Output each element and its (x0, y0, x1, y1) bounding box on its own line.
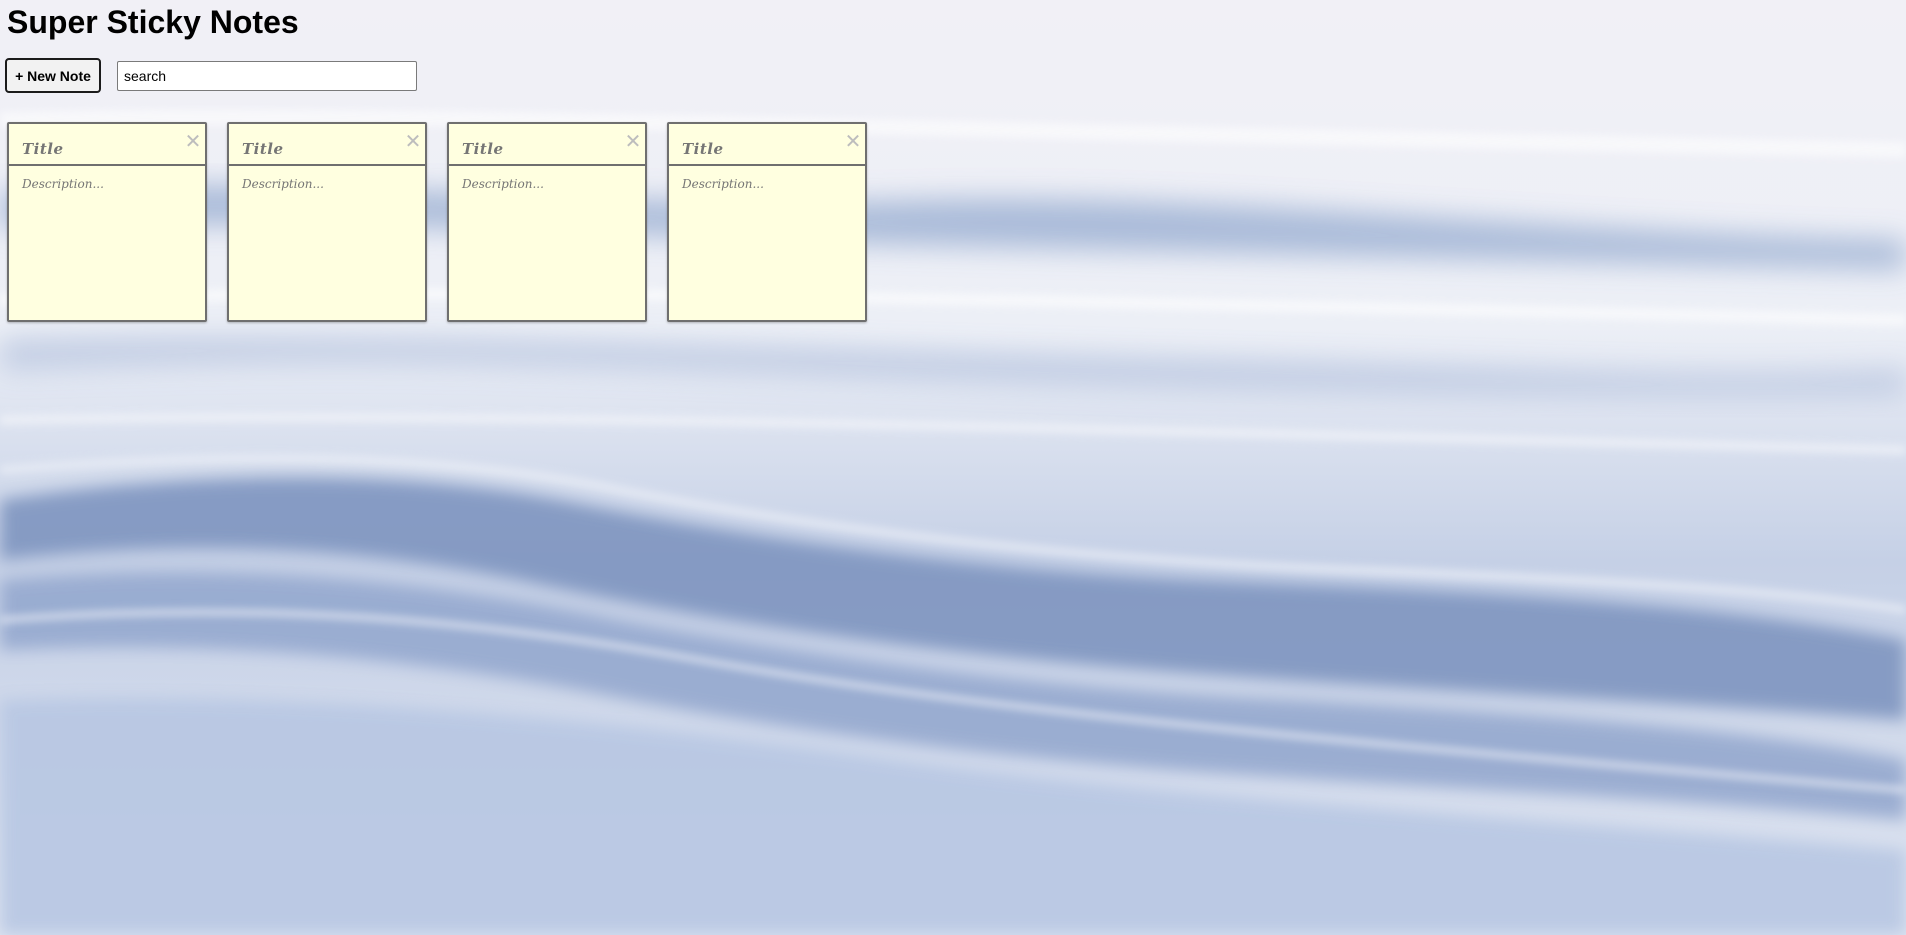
page-title: Super Sticky Notes (7, 4, 299, 40)
search-input[interactable] (117, 61, 417, 91)
note-title-input[interactable] (449, 124, 645, 166)
sticky-note: ✕ (7, 122, 207, 322)
new-note-button[interactable]: + New Note (5, 58, 101, 93)
sticky-note: ✕ (667, 122, 867, 322)
note-description-input[interactable] (669, 166, 865, 320)
close-icon[interactable]: ✕ (184, 130, 202, 152)
app-root: Super Sticky Notes + New Note ✕ ✕ ✕ ✕ (0, 0, 1906, 935)
close-icon[interactable]: ✕ (404, 130, 422, 152)
note-title-input[interactable] (9, 124, 205, 166)
sticky-note: ✕ (227, 122, 427, 322)
close-icon[interactable]: ✕ (844, 130, 862, 152)
note-description-input[interactable] (449, 166, 645, 320)
note-title-input[interactable] (669, 124, 865, 166)
note-description-input[interactable] (229, 166, 425, 320)
note-description-input[interactable] (9, 166, 205, 320)
sticky-note: ✕ (447, 122, 647, 322)
note-title-input[interactable] (229, 124, 425, 166)
close-icon[interactable]: ✕ (624, 130, 642, 152)
